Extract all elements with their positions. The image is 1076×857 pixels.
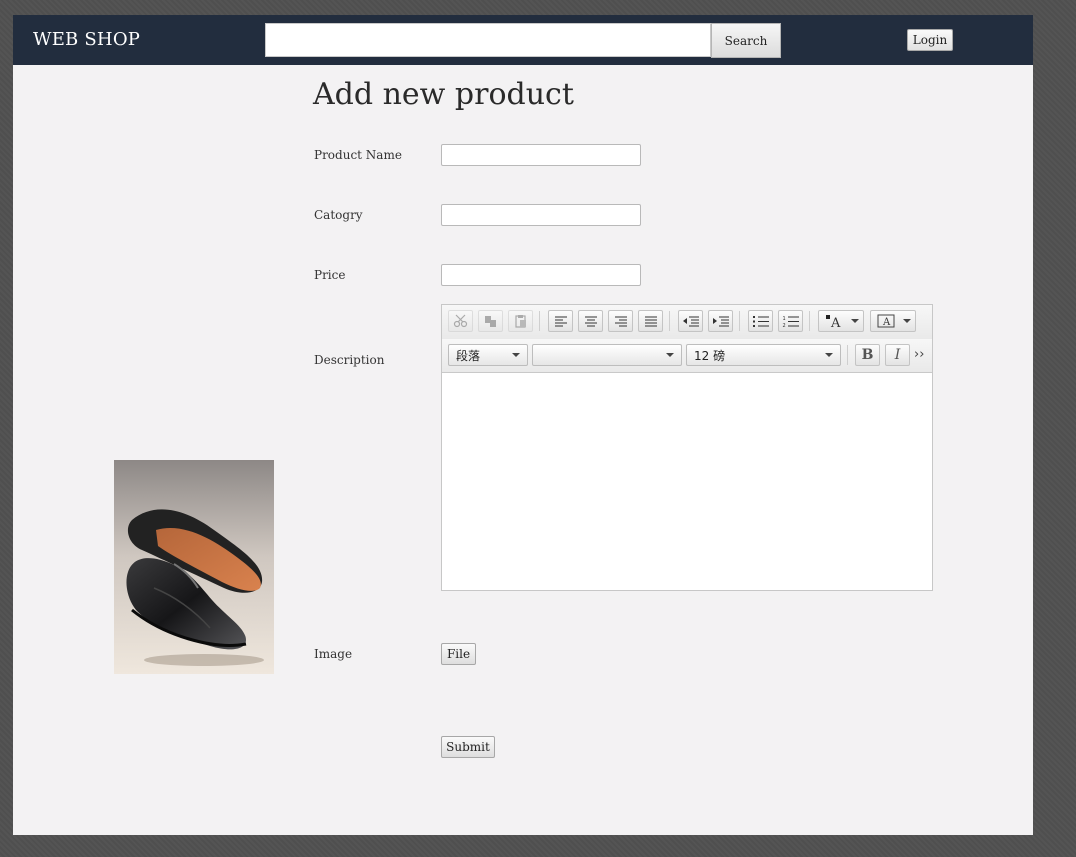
category-field[interactable] — [441, 204, 641, 226]
description-editor: 12 A A 段落 12 磅 B I ›› — [441, 304, 933, 591]
file-upload-button[interactable]: File — [441, 643, 476, 665]
align-center-icon[interactable] — [578, 310, 603, 332]
font-size-select[interactable]: 12 磅 — [686, 344, 841, 366]
svg-text:A: A — [882, 317, 891, 328]
font-family-select[interactable] — [532, 344, 682, 366]
image-label: Image — [314, 647, 353, 661]
align-justify-icon[interactable] — [638, 310, 663, 332]
align-left-icon[interactable] — [548, 310, 573, 332]
font-size-value: 12 磅 — [694, 348, 726, 363]
paragraph-format-value: 段落 — [456, 348, 481, 363]
svg-text:2: 2 — [782, 323, 785, 328]
copy-icon[interactable] — [478, 310, 503, 332]
price-field[interactable] — [441, 264, 641, 286]
product-name-label: Product Name — [314, 148, 402, 162]
login-button[interactable]: Login — [907, 29, 953, 51]
search-button[interactable]: Search — [711, 23, 781, 58]
numbered-list-icon[interactable]: 12 — [778, 310, 803, 332]
cut-icon[interactable] — [448, 310, 473, 332]
more-tools-button[interactable]: ›› — [914, 347, 924, 362]
page-container: WEB SHOP Search Login Add new product Pr… — [13, 15, 1033, 835]
align-right-icon[interactable] — [608, 310, 633, 332]
background-color-icon[interactable]: A — [870, 310, 916, 332]
description-label: Description — [314, 353, 385, 367]
brand-logo[interactable]: WEB SHOP — [33, 29, 140, 50]
chevron-down-icon — [512, 353, 520, 357]
page-title: Add new product — [313, 77, 574, 112]
category-label: Catogry — [314, 208, 363, 222]
svg-text:A: A — [830, 316, 841, 328]
chevron-down-icon — [825, 353, 833, 357]
price-label: Price — [314, 268, 346, 282]
text-color-icon[interactable]: A — [818, 310, 864, 332]
bullet-list-icon[interactable] — [748, 310, 773, 332]
chevron-down-icon — [666, 353, 674, 357]
indent-icon[interactable] — [708, 310, 733, 332]
editor-toolbar-row1: 12 A A — [442, 305, 932, 340]
editor-toolbar-row2: 段落 12 磅 B I ›› — [442, 339, 932, 373]
submit-button[interactable]: Submit — [441, 736, 495, 758]
product-name-field[interactable] — [441, 144, 641, 166]
svg-text:1: 1 — [782, 316, 785, 322]
top-navbar: WEB SHOP Search Login — [13, 15, 1033, 65]
paste-icon[interactable] — [508, 310, 533, 332]
paragraph-format-select[interactable]: 段落 — [448, 344, 528, 366]
italic-button[interactable]: I — [885, 344, 910, 366]
outdent-icon[interactable] — [678, 310, 703, 332]
bold-button[interactable]: B — [855, 344, 880, 366]
description-edit-area[interactable] — [442, 373, 932, 590]
product-image — [114, 460, 274, 674]
search-input[interactable] — [265, 23, 711, 57]
